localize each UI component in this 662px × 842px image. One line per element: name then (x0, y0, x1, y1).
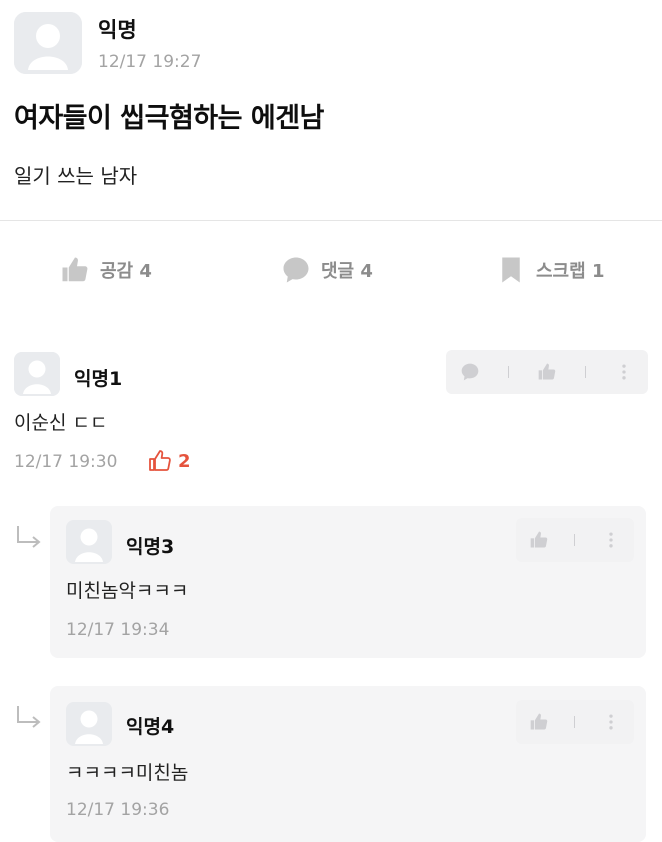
bookmark-icon (502, 257, 520, 283)
like-button[interactable]: 공감 4 (60, 255, 152, 285)
comment-text: 이순신 ㄷㄷ (14, 412, 108, 434)
comment-toolbar (446, 350, 648, 394)
reply-author: 익명4 (126, 716, 175, 738)
reply-toolbar (516, 518, 634, 562)
reply-toolbar (516, 700, 634, 744)
scrap-button[interactable]: 스크랩 1 (496, 255, 604, 285)
reply-text: 미친놈악ㅋㅋㅋ (66, 580, 189, 602)
toolbar-separator (574, 534, 576, 546)
post-body: 일기 쓰는 남자 (14, 164, 138, 188)
comment-avatar (14, 352, 60, 396)
reply-avatar (66, 520, 112, 564)
avatar-icon (66, 702, 112, 746)
like-label: 공감 4 (100, 261, 152, 282)
reply-author: 익명3 (126, 536, 175, 558)
post-author: 익명 (98, 18, 137, 42)
comment-button[interactable]: 댓글 4 (281, 255, 373, 285)
like-count: 2 (178, 450, 191, 472)
divider (0, 220, 662, 221)
post-timestamp: 12/17 19:27 (98, 52, 202, 72)
thumbs-up-icon (149, 450, 171, 471)
toolbar-separator (574, 716, 576, 728)
speech-bubble-icon (283, 257, 309, 283)
reply-arrow-icon (17, 706, 41, 728)
post-title: 여자들이 씹극혐하는 에겐남 (14, 103, 324, 134)
speech-bubble-icon[interactable] (460, 362, 480, 382)
scrap-label: 스크랩 1 (536, 261, 605, 282)
comment-label: 댓글 4 (321, 261, 373, 282)
thumbs-up-icon (62, 257, 88, 282)
reply-arrow-icon (17, 526, 41, 548)
comment-like-count: 2 (148, 449, 191, 473)
post-avatar (14, 12, 82, 74)
more-icon[interactable] (601, 530, 621, 550)
comment-author: 익명1 (74, 368, 123, 390)
avatar-icon (14, 352, 60, 396)
comment-timestamp: 12/17 19:30 (14, 452, 118, 472)
reply-avatar (66, 702, 112, 746)
toolbar-separator (508, 366, 509, 378)
thumbs-up-icon[interactable] (537, 362, 557, 382)
avatar-icon (14, 12, 82, 74)
toolbar-separator (585, 366, 586, 378)
more-icon[interactable] (601, 712, 621, 732)
reply-timestamp: 12/17 19:34 (66, 620, 170, 640)
reply-text: ㅋㅋㅋㅋ미친놈 (66, 762, 189, 784)
thumbs-up-icon[interactable] (529, 530, 549, 550)
avatar-icon (66, 520, 112, 564)
reply-timestamp: 12/17 19:36 (66, 800, 170, 820)
thumbs-up-icon[interactable] (529, 712, 549, 732)
more-icon[interactable] (614, 362, 634, 382)
